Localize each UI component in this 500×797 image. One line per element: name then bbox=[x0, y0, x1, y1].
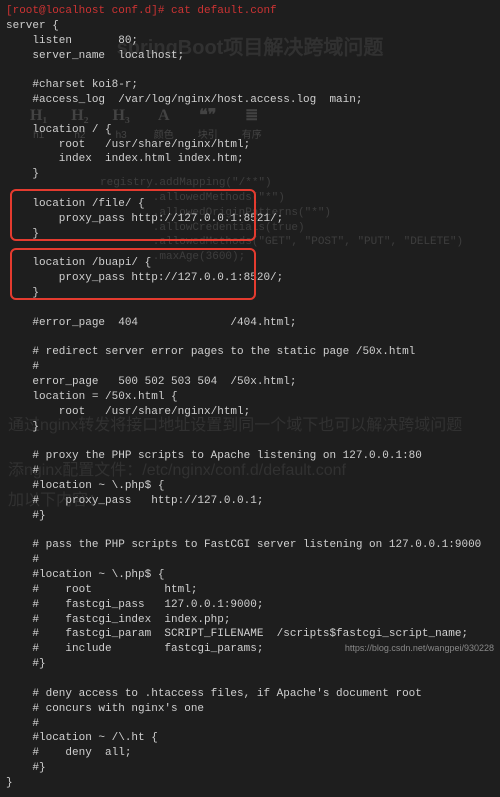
terminal-output: [root@localhost conf.d]# cat default.con… bbox=[0, 0, 500, 797]
nginx-config-body: server { listen 80; server_name localhos… bbox=[6, 20, 481, 789]
watermark-url: https://blog.csdn.net/wangpei/930228 bbox=[345, 642, 494, 654]
terminal-prompt: [root@localhost conf.d]# cat default.con… bbox=[6, 5, 277, 17]
